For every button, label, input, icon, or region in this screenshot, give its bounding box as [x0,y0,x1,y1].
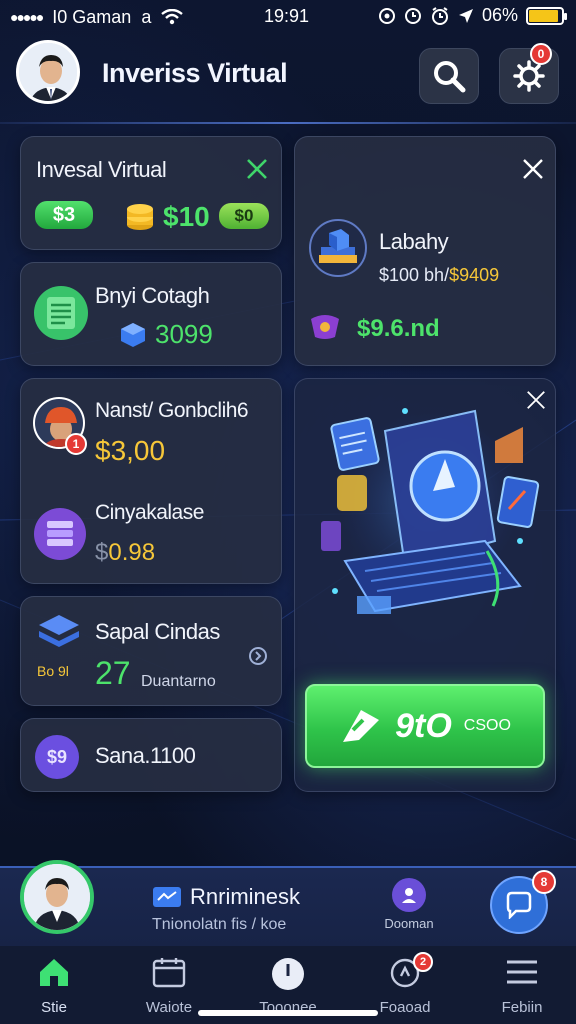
person-portrait-icon [24,864,90,930]
invest-card-title: Invesal Virtual [36,157,167,182]
close-icon[interactable] [245,157,269,181]
chevron-right-icon[interactable] [247,645,269,667]
tab-menu[interactable]: Febiin [472,956,572,1016]
person-pin-icon [392,878,426,912]
app-header: Inveriss Virtual 0 [0,40,576,120]
cinyakalase-value: $0.98 [95,539,155,567]
cinyakalase-amount: 0.98 [108,539,156,566]
sync-icon [378,7,395,24]
profile-mid-button[interactable]: Dooman [384,878,434,931]
bnyi-value: 3099 [155,319,213,349]
clock-status-icon [431,6,448,25]
nanst-title: Nanst/ Gonbclih6 [95,399,249,422]
chat-icon [506,891,532,919]
sapal-card[interactable]: Bo 9l Sapal Cindas 27 Duantarno [20,596,282,706]
tab-calendar[interactable]: Waiote [119,956,219,1016]
search-button[interactable] [419,48,479,104]
carrier-suffix: a [141,6,152,27]
alarm-icon [404,7,421,24]
bnyi-title: Bnyi Cotagh [95,283,210,308]
labahy-card[interactable]: Labahy $100 bh/$9409 $9.6.nd [294,136,556,366]
sana-card[interactable]: $9 Sana.1100 [20,718,282,792]
sapal-caption: Duantarno [141,673,216,690]
tab-clock[interactable]: Tooonee [238,956,338,1016]
calendar-icon [152,958,186,988]
status-time: 19:91 [264,6,310,26]
invest-pill-right: $0 [219,203,269,229]
cinyakalase-title: Cinyakalase [95,501,204,524]
start-button-label: 9tO [395,706,452,745]
nanst-card[interactable]: 1 Nanst/ Gonbclih6 $3,00 Cinyakalase $0.… [20,378,282,584]
id-card-icon [153,887,181,907]
tab-label: Febiin [501,999,543,1016]
invest-card[interactable]: Invesal Virtual $3 $10 $0 [20,136,282,250]
cinyakalase-prefix: $ [95,539,109,566]
cube-icon [121,323,145,347]
rocket-icon [343,710,380,742]
profile-subtitle: Tnionolatn fis / koe [152,916,287,933]
person-portrait-icon [19,43,77,101]
home-indicator [198,1010,378,1016]
blue-layers-icon [39,615,79,647]
profile-name: Rnriminesk [190,884,301,909]
menu-icon [507,960,537,984]
status-right: 06% [378,5,567,26]
header-divider [0,122,576,124]
user-avatar[interactable] [16,40,80,104]
profile-mid-label: Dooman [384,916,434,931]
wifi-icon [161,9,184,25]
labahy-price: $100 bh/$9409 [379,265,499,286]
profile-avatar[interactable] [20,860,94,934]
start-button-sub: CSOO [463,717,511,734]
tab-notifications[interactable]: 2 Foaoad [355,952,455,1016]
start-button[interactable]: 9tO CSOO [305,684,545,768]
battery-percent: 06% [481,5,518,25]
invest-pill-left: $3 [35,201,93,229]
bnyi-card[interactable]: Bnyi Cotagh 3099 [20,262,282,366]
person-glyph-icon [402,888,416,903]
search-icon [434,61,466,93]
status-left: ●●●●● I0 Gaman a [10,6,184,28]
purple-stack-icon [34,508,86,560]
labahy-title: Labahy [379,229,449,254]
carrier-name: I0 Gaman [52,6,132,27]
home-icon [40,959,68,986]
app-title: Inveriss Virtual [102,58,288,88]
box-stack-icon [309,219,367,277]
chat-badge: 8 [532,870,556,894]
sapal-icon-caption: Bo 9l [37,663,69,679]
clock-icon [272,958,304,990]
signal-strength-icon: ●●●●● [10,9,44,25]
laptop-hologram-illustration [321,408,540,614]
document-stack-icon [34,286,88,340]
battery-level [529,9,558,22]
labahy-value: $9.6.nd [357,315,440,342]
sana-title: Sana.1100 [95,743,196,768]
sapal-value: 27 [95,655,131,691]
money-bag-glyph: $9 [46,746,68,767]
location-icon [458,8,473,23]
app-screen: ●●●●● I0 Gaman a 19:91 06% Inveriss Virt… [0,0,576,1024]
profile-bar: Rnriminesk Tnionolatn fis / koe Dooman 8 [0,860,576,946]
labahy-price-yellow: $9409 [449,265,500,285]
invest-value: $10 [163,201,210,232]
battery-icon [526,6,567,25]
status-bar: ●●●●● I0 Gaman a 19:91 06% [0,0,576,34]
purple-badge-icon [311,315,339,339]
money-bag-icon: $9 [35,735,79,779]
settings-badge: 0 [530,43,552,65]
coin-stack-icon [127,204,153,230]
notifications-badge: 2 [413,952,433,972]
labahy-price-white: $100 bh/ [379,265,450,285]
sapal-title: Sapal Cindas [95,619,220,644]
close-icon[interactable] [521,157,545,181]
tab-label: Stie [41,999,67,1016]
nanst-value: $3,00 [95,435,166,466]
chat-button[interactable]: 8 [490,870,556,934]
tab-home[interactable]: Stie [4,956,104,1016]
nanst-badge: 1 [65,433,87,455]
settings-button[interactable]: 0 [499,43,559,104]
